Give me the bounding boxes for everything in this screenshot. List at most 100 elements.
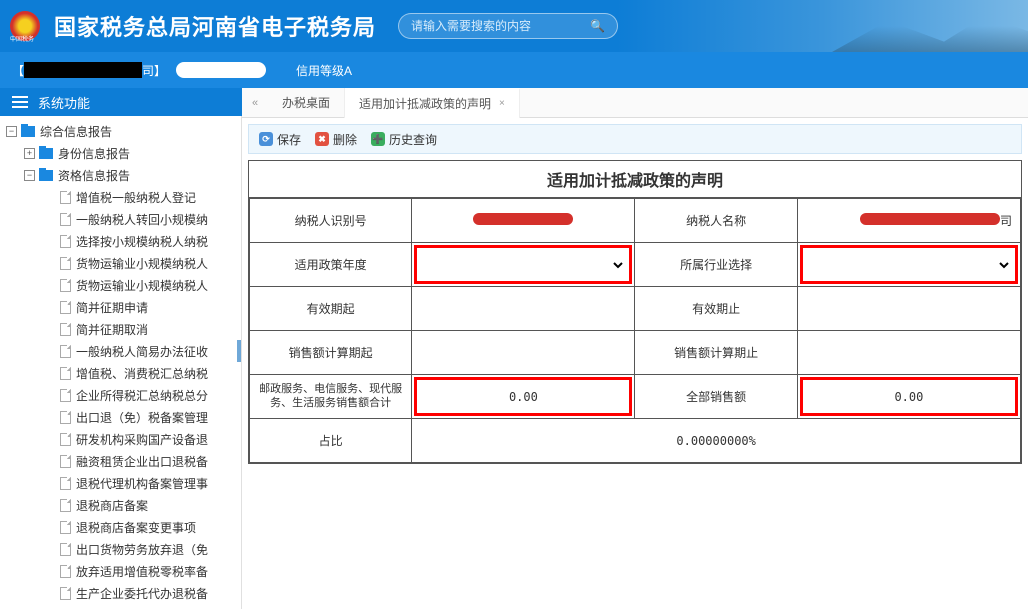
sidebar: 系统功能 −综合信息报告 + 身份信息报告 − 资格信息报告增值税一般纳税人登记一般纳税… (0, 88, 242, 609)
file-icon (60, 191, 71, 204)
search-input[interactable] (411, 19, 590, 33)
form-title: 适用加计抵减政策的声明 (249, 161, 1021, 198)
valid-start-value[interactable] (412, 287, 635, 331)
tree-node[interactable]: 企业所得税汇总纳税总分 (0, 384, 241, 406)
tree-label: 货物运输业小规模纳税人 (76, 255, 208, 272)
file-icon (60, 257, 71, 270)
tree-label: 简并征期申请 (76, 299, 148, 316)
toggle-icon[interactable]: − (6, 126, 17, 137)
toolbar: ⟳保存 ✖删除 ➕历史查询 (248, 124, 1022, 154)
service-sales-label: 邮政服务、电信服务、现代服务、生活服务销售额合计 (250, 375, 412, 419)
collapse-sidebar-icon[interactable]: « (242, 97, 268, 109)
taxpayer-name-label: 纳税人名称 (635, 199, 797, 243)
tree-label: 出口货物劳务放弃退（免 (76, 541, 208, 558)
file-icon (60, 235, 71, 248)
tree-node[interactable]: 增值税一般纳税人登记 (0, 186, 241, 208)
tree-label: 增值税、消费税汇总纳税 (76, 365, 208, 382)
file-icon (60, 587, 71, 600)
tree-node[interactable]: 简并征期取消 (0, 318, 241, 340)
tree-node[interactable]: 退税商店备案 (0, 494, 241, 516)
file-icon (60, 323, 71, 336)
service-sales-value[interactable]: 0.00 (412, 375, 635, 419)
redacted-info (176, 62, 266, 78)
tree-node[interactable]: 放弃适用增值税零税率备 (0, 560, 241, 582)
policy-year-value[interactable] (412, 243, 635, 287)
file-icon (60, 279, 71, 292)
save-button[interactable]: ⟳保存 (259, 131, 301, 148)
sales-calc-start-label: 销售额计算期起 (250, 331, 412, 375)
tree-label: 一般纳税人简易办法征收 (76, 343, 208, 360)
policy-year-label: 适用政策年度 (250, 243, 412, 287)
tree-node[interactable]: 增值税、消费税汇总纳税 (0, 362, 241, 384)
sales-calc-end-label: 销售额计算期止 (635, 331, 797, 375)
tree-node[interactable]: 货物运输业小规模纳税人 (0, 274, 241, 296)
file-icon (60, 477, 71, 490)
sidebar-header: 系统功能 (0, 88, 242, 116)
save-icon: ⟳ (259, 132, 273, 146)
tree-label: 融资租赁企业出口退税备 (76, 453, 208, 470)
tab-bar: « 办税桌面 适用加计抵减政策的声明 × (242, 88, 1028, 118)
file-icon (60, 521, 71, 534)
tree-node[interactable]: 一般纳税人转回小规模纳 (0, 208, 241, 230)
file-icon (60, 543, 71, 556)
industry-label: 所属行业选择 (635, 243, 797, 287)
tree-label: 一般纳税人转回小规模纳 (76, 211, 208, 228)
folder-icon (39, 148, 53, 159)
history-button[interactable]: ➕历史查询 (371, 131, 437, 148)
delete-icon: ✖ (315, 132, 329, 146)
search-icon[interactable]: 🔍 (590, 19, 605, 33)
industry-select[interactable] (806, 253, 1012, 277)
tree-label: 企业所得税汇总纳税总分 (76, 387, 208, 404)
tree-label: 简并征期取消 (76, 321, 148, 338)
bracket-open: 【 (12, 62, 24, 79)
hamburger-icon[interactable] (12, 96, 28, 108)
folder-icon (21, 126, 35, 137)
file-icon (60, 213, 71, 226)
toggle-icon[interactable]: − (24, 170, 35, 181)
tab-declaration[interactable]: 适用加计抵减政策的声明 × (345, 88, 520, 118)
tree-node[interactable]: 选择按小规模纳税人纳税 (0, 230, 241, 252)
toggle-icon[interactable]: + (24, 148, 35, 159)
file-icon (60, 433, 71, 446)
ratio-value: 0.00000000% (412, 419, 1021, 463)
app-title: 国家税务总局河南省电子税务局 (54, 10, 376, 42)
tree-node[interactable]: 出口退（免）税备案管理 (0, 406, 241, 428)
tree-node[interactable]: 研发机构采购国产设备退 (0, 428, 241, 450)
industry-value[interactable] (797, 243, 1020, 287)
tree-node[interactable]: 退税商店备案变更事项 (0, 516, 241, 538)
tree-node[interactable]: 退税代理机构备案管理事 (0, 472, 241, 494)
taxpayer-id-label: 纳税人识别号 (250, 199, 412, 243)
tree-node[interactable]: 生产企业委托代办退税备 (0, 582, 241, 604)
tree-node[interactable]: + 身份信息报告 (0, 142, 241, 164)
valid-end-value[interactable] (797, 287, 1020, 331)
sales-calc-start-value[interactable] (412, 331, 635, 375)
delete-button[interactable]: ✖删除 (315, 131, 357, 148)
subheader: 【 . 司】 信用等级A (0, 52, 1028, 88)
nav-tree: −综合信息报告 + 身份信息报告 − 资格信息报告增值税一般纳税人登记一般纳税人转回小规… (0, 116, 242, 609)
tax-logo (10, 11, 40, 41)
file-icon (60, 499, 71, 512)
tree-label: 出口退（免）税备案管理 (76, 409, 208, 426)
taxpayer-name-value: 司 (797, 199, 1020, 243)
tree-node[interactable]: 融资租赁企业出口退税备 (0, 450, 241, 472)
total-sales-value[interactable]: 0.00 (797, 375, 1020, 419)
file-icon (60, 565, 71, 578)
tree-label: 资格信息报告 (58, 167, 130, 184)
tree-node[interactable]: 货物运输业小规模纳税人 (0, 252, 241, 274)
file-icon (60, 389, 71, 402)
valid-start-label: 有效期起 (250, 287, 412, 331)
bracket-close: 司】 (142, 62, 166, 79)
tree-label: 研发机构采购国产设备退 (76, 431, 208, 448)
tree-node[interactable]: 简并征期申请 (0, 296, 241, 318)
tree-node[interactable]: 出口货物劳务放弃退（免 (0, 538, 241, 560)
tab-desktop[interactable]: 办税桌面 (268, 88, 345, 118)
tree-node[interactable]: −综合信息报告 (0, 120, 241, 142)
tree-node[interactable]: − 资格信息报告 (0, 164, 241, 186)
tree-label: 身份信息报告 (58, 145, 130, 162)
sales-calc-end-value[interactable] (797, 331, 1020, 375)
policy-year-select[interactable] (420, 253, 626, 277)
file-icon (60, 301, 71, 314)
tree-node[interactable]: 一般纳税人简易办法征收 (0, 340, 241, 362)
close-tab-icon[interactable]: × (499, 98, 505, 109)
tree-label: 退税代理机构备案管理事 (76, 475, 208, 492)
